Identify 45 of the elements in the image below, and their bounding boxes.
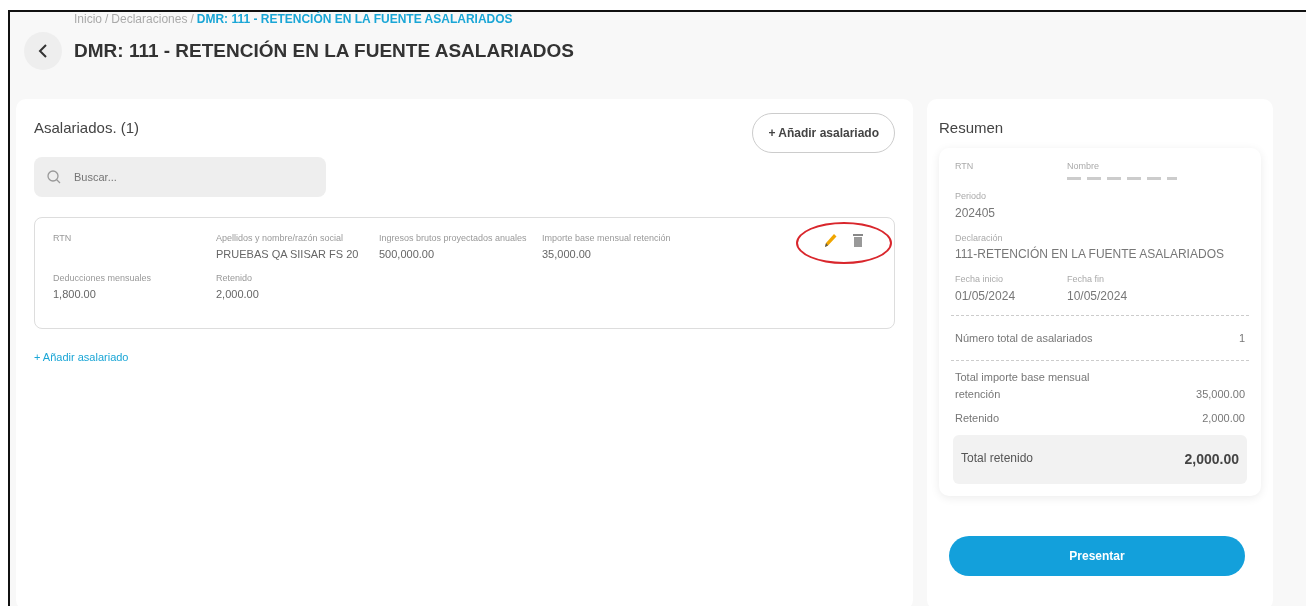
summary-label: Fecha inicio	[955, 273, 1005, 286]
field-value: 35,000.00	[542, 246, 592, 262]
field-label: Retenido	[216, 272, 254, 285]
summary-label: RTN	[955, 159, 975, 173]
field-label: Importe base mensual retención	[542, 232, 672, 245]
grand-total-label: Total retenido	[961, 449, 1034, 467]
field-label: Deducciones mensuales	[53, 272, 153, 285]
summary-label: Declaración	[955, 231, 1004, 245]
trash-icon[interactable]	[852, 232, 864, 248]
back-button[interactable]	[24, 32, 62, 70]
summary-value: 111-RETENCIÓN EN LA FUENTE ASALARIADOS	[955, 245, 1224, 263]
grand-total-value: 2,000.00	[1184, 449, 1239, 469]
add-employee-button[interactable]: + Añadir asalariado	[752, 113, 895, 153]
total-value: 35,000.00	[1196, 386, 1245, 402]
field-value: 500,000.00	[379, 246, 436, 262]
field-value: 2,000.00	[216, 286, 260, 302]
field-label: Ingresos brutos proyectados anuales	[379, 232, 528, 245]
total-label: Retenido	[955, 411, 1001, 426]
breadcrumb-current: DMR: 111 - RETENCIÓN EN LA FUENTE ASALARIADOS	[196, 12, 513, 26]
summary-value: 10/05/2024	[1067, 287, 1128, 305]
summary-value: 202405	[955, 204, 997, 222]
breadcrumb-link[interactable]: Inicio	[74, 12, 102, 26]
add-employee-link[interactable]: + Añadir asalariado	[34, 349, 129, 366]
field-label: Apellidos y nombre/razón social	[216, 232, 345, 245]
total-value: 2,000.00	[1202, 411, 1245, 426]
summary-title: Resumen	[939, 118, 1005, 138]
field-label: RTN	[53, 232, 73, 245]
section-title: Asalariados. (1)	[34, 118, 140, 138]
summary-label: Nombre	[1067, 159, 1100, 173]
count-label: Número total de asalariados	[955, 330, 1093, 346]
summary-label: Periodo	[955, 190, 988, 203]
back-icon	[38, 43, 48, 59]
summary-label: Fecha fin	[1067, 273, 1106, 286]
field-value: 1,800.00	[53, 286, 97, 302]
total-label: Total importe base mensual retención	[955, 370, 1091, 402]
page-title: DMR: 111 - RETENCIÓN EN LA FUENTE ASALARIADOS	[74, 39, 575, 63]
field-value: PRUEBAS QA SIISAR FS 20	[216, 246, 360, 262]
breadcrumb-link[interactable]: Declaraciones	[111, 12, 188, 26]
pencil-icon[interactable]	[822, 232, 838, 250]
submit-button[interactable]: Presentar	[949, 535, 1245, 576]
search-field[interactable]: Buscar...	[34, 157, 326, 197]
breadcrumb-separator: /	[105, 12, 109, 26]
breadcrumb-separator: /	[190, 12, 194, 26]
count-value: 1	[1238, 330, 1245, 346]
summary-value: 01/05/2024	[955, 287, 1017, 305]
